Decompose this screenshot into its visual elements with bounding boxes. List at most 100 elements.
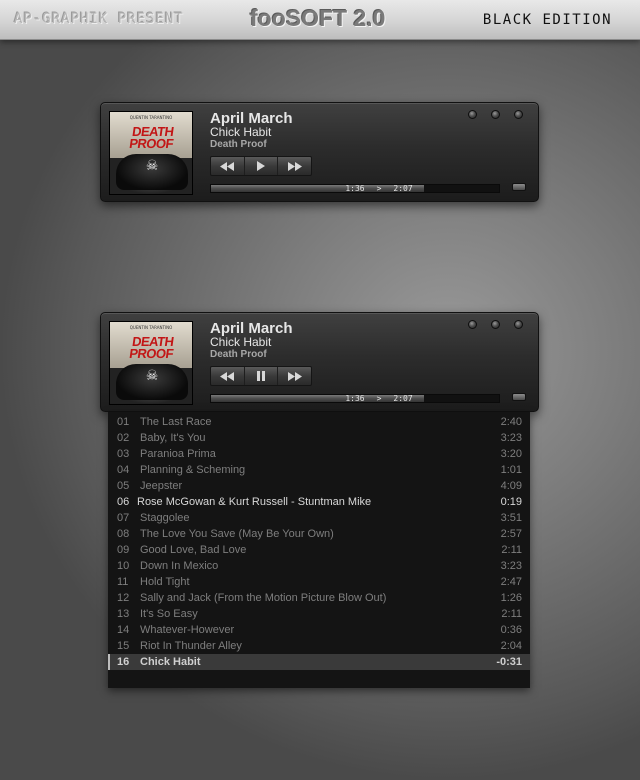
track-name: Whatever-However (140, 624, 235, 636)
track-number: 12 (117, 592, 130, 604)
track-duration: 1:26 (500, 592, 522, 604)
playlist-row[interactable]: 03 Paranioa Prima 3:20 (108, 446, 530, 462)
track-duration: 2:11 (501, 544, 522, 556)
track-number: 16 (117, 656, 130, 668)
track-name: Baby, It's You (140, 432, 206, 444)
playlist-row[interactable]: 08 The Love You Save (May Be Your Own) 2:5… (108, 526, 530, 542)
previous-button[interactable] (211, 157, 244, 175)
track-duration: 3:51 (500, 512, 522, 524)
track-name: Planning & Scheming (140, 464, 246, 476)
fast-forward-icon (287, 161, 302, 171)
seek-bar[interactable]: 1:36 > 2:07 (210, 394, 500, 403)
playlist-row[interactable]: 13 It's So Easy 2:11 (108, 606, 530, 622)
track-duration: -0:31 (496, 656, 522, 668)
header-bar: AP-GRAPHIK PRESENT fooSOFT 2.0 BLACK EDI… (0, 0, 640, 40)
track-name: Riot In Thunder Alley (140, 640, 242, 652)
playlist-row[interactable]: 16 Chick Habit -0:31 (108, 654, 530, 670)
playlist-row[interactable]: 06 Rose McGowan & Kurt Russell - Stuntman… (108, 494, 530, 510)
total-time: 2:07 (393, 394, 413, 403)
playlist-row[interactable]: 05 Jeepster 4:09 (108, 478, 530, 494)
playlist-row[interactable]: 04 Planning & Scheming 1:01 (108, 462, 530, 478)
maximize-button[interactable] (491, 110, 500, 119)
playlist-row[interactable]: 15 Riot In Thunder Alley 2:04 (108, 638, 530, 654)
minimize-button[interactable] (468, 110, 477, 119)
track-number: 04 (117, 464, 130, 476)
track-name: The Love You Save (May Be Your Own) (140, 528, 334, 540)
elapsed-time: 1:36 (345, 394, 365, 403)
playlist: 01 The Last Race 2:40 02 Baby, It's You 3:23 0… (108, 412, 530, 688)
playlist-toggle-button[interactable] (512, 183, 526, 191)
playlist-row[interactable]: 09 Good Love, Bad Love 2:11 (108, 542, 530, 558)
track-duration: 2:40 (500, 416, 522, 428)
track-number: 08 (117, 528, 130, 540)
track-name: Staggolee (140, 512, 190, 524)
track-number: 14 (117, 624, 130, 636)
track-number: 07 (117, 512, 130, 524)
track-name: Chick Habit (140, 656, 201, 668)
playlist-row[interactable]: 14 Whatever-However 0:36 (108, 622, 530, 638)
track-name: Rose McGowan & Kurt Russell - Stuntman M… (137, 496, 372, 508)
close-button[interactable] (514, 320, 523, 329)
playlist-row[interactable]: 01 The Last Race 2:40 (108, 414, 530, 430)
track-name: Paranioa Prima (140, 448, 216, 460)
play-icon (257, 161, 265, 171)
track-duration: 3:23 (500, 560, 522, 572)
track-number: 10 (117, 560, 130, 572)
fast-forward-icon (287, 371, 302, 381)
playlist-row[interactable]: 11 Hold Tight 2:47 (108, 574, 530, 590)
track-duration: 2:57 (500, 528, 522, 540)
track-name: Jeepster (140, 480, 183, 492)
skull-icon: ☠ (145, 368, 159, 384)
next-button[interactable] (277, 367, 311, 385)
playlist-row[interactable]: 02 Baby, It's You 3:23 (108, 430, 530, 446)
close-button[interactable] (514, 110, 523, 119)
track-artist: Chick Habit (210, 125, 272, 139)
player-compact: QUENTIN TARANTINO DEATH PROOF ☠ April Ma… (100, 102, 539, 202)
total-time: 2:07 (393, 184, 413, 193)
playlist-row[interactable]: 07 Staggolee 3:51 (108, 510, 530, 526)
previous-button[interactable] (211, 367, 244, 385)
elapsed-time: 1:36 (345, 184, 365, 193)
track-name: Down In Mexico (140, 560, 219, 572)
track-album: Death Proof (210, 349, 267, 360)
track-artist: Chick Habit (210, 335, 272, 349)
rewind-icon (220, 371, 235, 381)
next-button[interactable] (277, 157, 311, 175)
track-number: 11 (117, 576, 129, 588)
maximize-button[interactable] (491, 320, 500, 329)
playlist-toggle-button[interactable] (512, 393, 526, 401)
track-duration: 3:23 (500, 432, 522, 444)
track-number: 01 (117, 416, 130, 428)
track-name: The Last Race (140, 416, 212, 428)
track-number: 05 (117, 480, 130, 492)
track-number: 13 (117, 608, 130, 620)
track-number: 09 (117, 544, 130, 556)
album-cover: QUENTIN TARANTINO DEATH PROOF ☠ (109, 111, 193, 195)
track-album: Death Proof (210, 139, 267, 150)
playlist-row[interactable]: 12 Sally and Jack (From the Motion Pictur… (108, 590, 530, 606)
minimize-button[interactable] (468, 320, 477, 329)
track-duration: 3:20 (500, 448, 522, 460)
track-duration: 2:11 (501, 608, 522, 620)
playlist-row[interactable]: 10 Down In Mexico 3:23 (108, 558, 530, 574)
track-name: Hold Tight (140, 576, 190, 588)
pause-button[interactable] (243, 367, 278, 385)
track-duration: 4:09 (500, 480, 522, 492)
transport-controls (210, 156, 312, 176)
rewind-icon (220, 161, 235, 171)
track-duration: 2:47 (500, 576, 522, 588)
seek-bar[interactable]: 1:36 > 2:07 (210, 184, 500, 193)
app-title: fooSOFT 2.0 (250, 5, 386, 31)
track-duration: 1:01 (500, 464, 522, 476)
track-duration: 0:19 (500, 496, 522, 508)
track-name: It's So Easy (140, 608, 198, 620)
presenter-text: AP-GRAPHIK PRESENT (14, 11, 184, 27)
track-name: Good Love, Bad Love (140, 544, 247, 556)
player-with-playlist: QUENTIN TARANTINO DEATH PROOF ☠ April Ma… (100, 312, 539, 412)
play-button[interactable] (243, 157, 278, 175)
track-number: 02 (117, 432, 130, 444)
time-separator: > (376, 184, 382, 193)
track-number: 06 (117, 496, 130, 508)
track-number: 03 (117, 448, 130, 460)
album-cover-logo: DEATH PROOF (128, 334, 175, 361)
